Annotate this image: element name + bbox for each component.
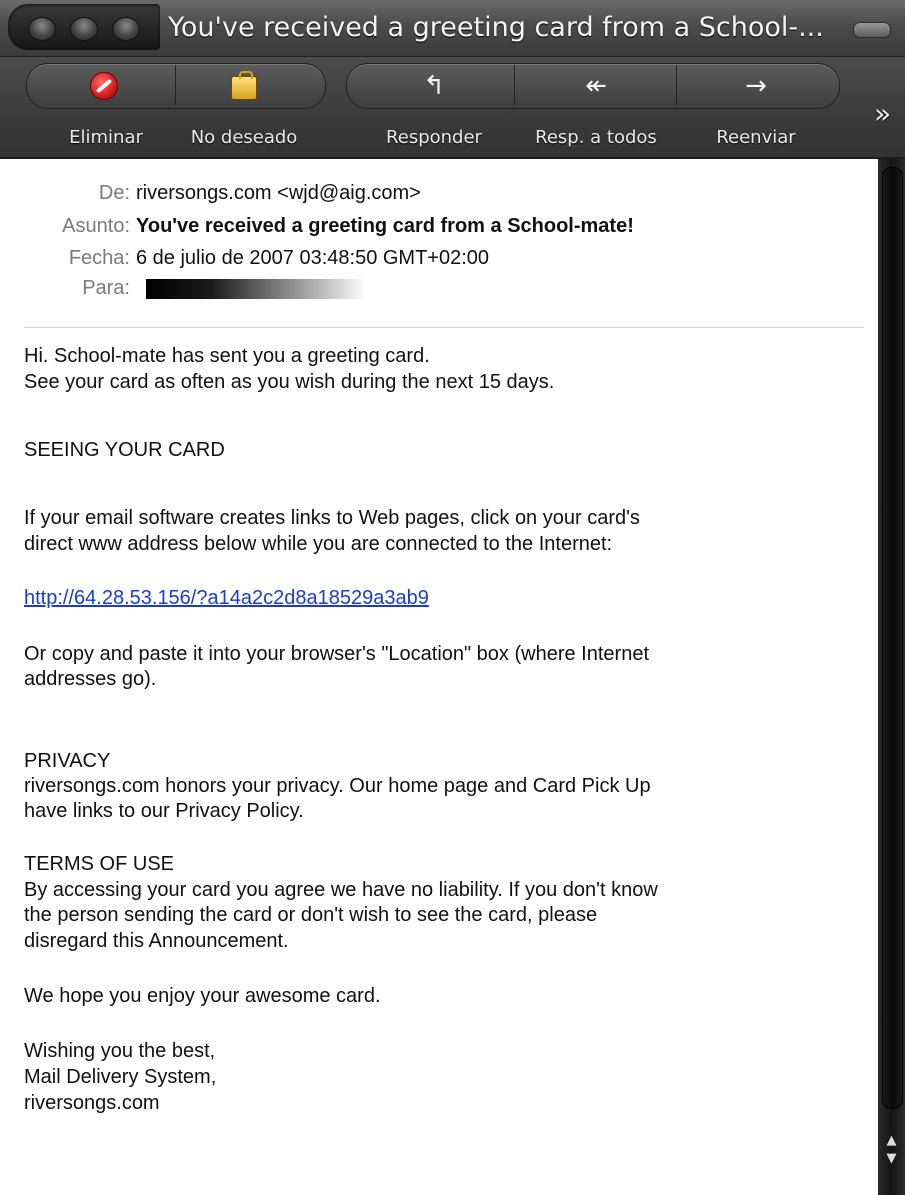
section-heading-privacy: PRIVACY [24,750,111,772]
body-line: Mail Delivery System, [24,1066,217,1088]
body-line: See your card as often as you wish durin… [24,371,555,393]
from-value[interactable]: riversongs.com <wjd@aig.com> [136,180,421,206]
reply-button[interactable]: Responder [366,125,502,151]
subject-label: Asunto: [62,215,130,237]
section-heading-seeing: SEEING YOUR CARD [24,439,225,461]
delete-icon[interactable] [84,69,124,103]
mail-window: You've received a greeting card from a S… [0,0,905,1195]
window-controls [8,4,160,50]
title-bar[interactable]: You've received a greeting card from a S… [0,0,905,57]
toolbar-toggle-button[interactable] [853,22,891,38]
reply-all-icon[interactable]: ↞ [576,69,616,103]
close-window-button[interactable] [28,17,56,41]
body-line: addresses go). [24,668,157,690]
scroll-down-arrow-icon[interactable]: ▼ [883,1151,900,1167]
body-line: riversongs.com [24,1092,160,1114]
zoom-window-button[interactable] [112,17,140,41]
header-divider [24,327,864,328]
redacted-recipient [146,279,366,299]
body-line: By accessing your card you agree we have… [24,879,658,901]
section-heading-terms: TERMS OF USE [24,853,175,875]
card-link[interactable]: http://64.28.53.156/?a14a2c2d8a18529a3ab… [24,586,429,611]
junk-icon[interactable] [224,69,264,103]
body-line: Hi. School-mate has sent you a greeting … [24,345,430,367]
junk-button[interactable]: No deseado [174,125,314,151]
minimize-window-button[interactable] [70,17,98,41]
segment-divider [676,65,677,105]
body-line: direct www address below while you are c… [24,533,613,555]
body-line: We hope you enjoy your awesome card. [24,985,381,1007]
body-line: Wishing you the best, [24,1040,216,1062]
body-line: the person sending the card or don't wis… [24,904,598,926]
body-line: riversongs.com honors your privacy. Our … [24,775,651,797]
forward-button[interactable]: Reenviar [696,125,816,151]
from-label: De: [98,182,130,204]
to-row: Para: [10,275,410,301]
window-title: You've received a greeting card from a S… [168,12,824,43]
toolbar: ↰ ↞ → Eliminar No deseado Responder Resp… [0,57,905,159]
scroll-up-arrow-icon[interactable]: ▲ [883,1133,900,1149]
body-line: Or copy and paste it into your browser's… [24,643,649,665]
subject-value: You've received a greeting card from a S… [136,215,634,237]
body-line: If your email software creates links to … [24,507,640,529]
segment-divider [175,65,176,105]
overflow-chevron-icon[interactable]: » [874,97,891,130]
date-value: 6 de julio de 2007 03:48:50 GMT+02:00 [136,247,490,269]
forward-icon[interactable]: → [736,69,776,103]
delete-junk-segment [26,63,326,109]
body-line: disregard this Announcement. [24,930,289,952]
message-view: De: riversongs.com <wjd@aig.com> Asunto:… [10,159,878,1195]
body-line: have links to our Privacy Policy. [24,800,304,822]
scroll-thumb[interactable] [882,167,903,1109]
reply-all-button[interactable]: Resp. a todos [512,125,680,151]
delete-button[interactable]: Eliminar [52,125,160,151]
segment-divider [514,65,515,105]
vertical-scrollbar[interactable]: ▲ ▼ [878,159,905,1195]
reply-icon[interactable]: ↰ [414,69,454,103]
date-label: Fecha: [68,247,130,269]
to-label: Para: [82,277,130,299]
